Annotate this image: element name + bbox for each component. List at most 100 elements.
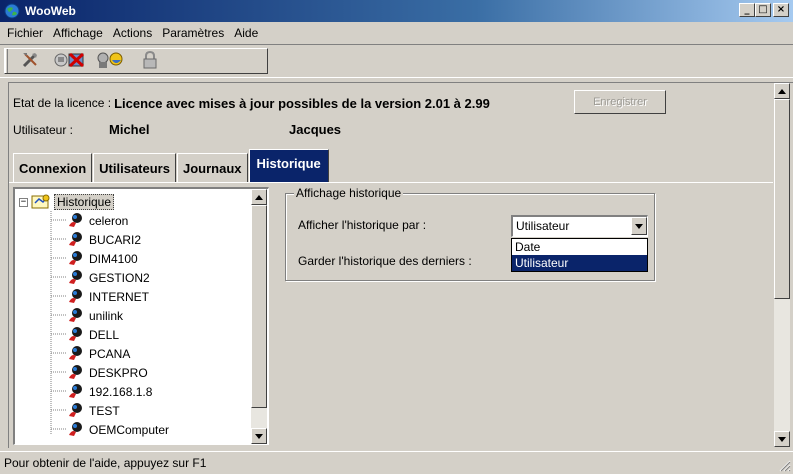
main-scroll-thumb[interactable]	[774, 99, 790, 299]
history-folder-icon	[31, 193, 51, 212]
computer-user-icon	[67, 364, 85, 383]
tree-item[interactable]: unilink	[67, 307, 123, 325]
show-by-label: Afficher l'historique par :	[298, 218, 427, 232]
option-utilisateur[interactable]: Utilisateur	[512, 255, 647, 271]
tree-item[interactable]: 192.168.1.8	[67, 383, 152, 401]
license-label: Etat de la licence :	[13, 96, 112, 110]
tree-scroll-thumb[interactable]	[251, 205, 267, 408]
tree-item[interactable]: DIM4100	[67, 250, 138, 268]
chevron-down-icon	[635, 223, 643, 229]
tools-button[interactable]	[12, 49, 48, 73]
main-scroll-down-button[interactable]	[774, 431, 790, 447]
menu-parametres[interactable]: Paramètres	[157, 26, 229, 40]
minimize-button[interactable]: _	[739, 3, 755, 17]
arrow-down-icon	[778, 436, 786, 442]
tree-item-label: DELL	[89, 328, 120, 342]
wooweb-globe-icon[interactable]	[4, 3, 20, 19]
tree-item[interactable]: OEMComputer	[67, 421, 169, 439]
toolbar-grip[interactable]	[5, 49, 8, 73]
tree-item[interactable]: INTERNET	[67, 288, 149, 306]
tree-scrollbar[interactable]	[251, 189, 267, 444]
menu-aide[interactable]: Aide	[229, 26, 263, 40]
computer-user-icon	[67, 383, 85, 402]
maximize-button[interactable]: □	[755, 3, 771, 17]
show-by-select[interactable]: Utilisateur	[511, 215, 648, 237]
main-scrollbar[interactable]	[774, 83, 790, 447]
computer-user-icon	[67, 212, 85, 231]
show-by-value: Utilisateur	[516, 219, 570, 233]
tree-item[interactable]: BUCARI2	[67, 231, 141, 249]
disconnect-button[interactable]	[52, 49, 88, 73]
tree-item[interactable]: DELL	[67, 326, 119, 344]
tree-item-label: PCANA	[89, 347, 131, 361]
history-display-group: Affichage historique Afficher l'historiq…	[285, 186, 655, 281]
computer-user-icon	[67, 345, 85, 364]
lock-icon	[142, 50, 158, 73]
status-bar: Pour obtenir de l'aide, appuyez sur F1	[0, 451, 793, 474]
history-tree[interactable]: − Historique celeron BUCARI2 DIM4100 GES…	[13, 187, 269, 445]
tree-item-label: OEMComputer	[89, 423, 170, 437]
tab-historique[interactable]: Historique	[248, 149, 329, 183]
status-text: Pour obtenir de l'aide, appuyez sur F1	[4, 456, 207, 470]
users-icon	[93, 50, 127, 73]
tree-item-label: DIM4100	[89, 252, 138, 266]
arrow-down-icon	[255, 433, 263, 439]
computer-user-icon	[67, 231, 85, 250]
tree-root-label: Historique	[54, 194, 115, 210]
tree-scroll-down-button[interactable]	[251, 428, 267, 444]
keep-history-label: Garder l'historique des derniers :	[298, 254, 472, 268]
option-date[interactable]: Date	[512, 239, 647, 255]
tab-strip: Connexion Utilisateurs Journaux Historiq…	[13, 149, 330, 183]
tree-item[interactable]: celeron	[67, 212, 128, 230]
tree-item[interactable]: GESTION2	[67, 269, 150, 287]
computer-user-icon	[67, 269, 85, 288]
computer-user-icon	[67, 402, 85, 421]
menu-actions[interactable]: Actions	[108, 26, 157, 40]
tree-item-label: TEST	[89, 404, 120, 418]
arrow-up-icon	[255, 194, 263, 200]
tree-item[interactable]: TEST	[67, 402, 120, 420]
show-by-dropdown-list[interactable]: Date Utilisateur	[511, 238, 648, 272]
tree-item-label: celeron	[89, 214, 129, 228]
toolbar	[0, 44, 793, 78]
tree-scroll-up-button[interactable]	[251, 189, 267, 205]
collapse-icon[interactable]: −	[19, 197, 28, 207]
close-button[interactable]: ×	[773, 3, 789, 17]
menu-bar: Fichier Affichage Actions Paramètres Aid…	[0, 23, 793, 43]
title-bar[interactable]: WooWeb _ □ ×	[0, 0, 793, 22]
computer-user-icon	[67, 307, 85, 326]
tools-icon	[20, 50, 40, 73]
main-scroll-up-button[interactable]	[774, 83, 790, 99]
tree-connector-lines	[50, 211, 67, 435]
computer-user-icon	[67, 288, 85, 307]
computer-user-icon	[67, 326, 85, 345]
tree-item-label: BUCARI2	[89, 233, 142, 247]
tree-item[interactable]: DESKPRO	[67, 364, 148, 382]
users-button[interactable]	[92, 49, 128, 73]
menu-fichier[interactable]: Fichier	[2, 26, 48, 40]
toolbar-band	[4, 48, 268, 74]
tab-journaux[interactable]: Journaux	[176, 153, 248, 183]
tab-utilisateurs[interactable]: Utilisateurs	[93, 153, 176, 183]
arrow-up-icon	[778, 88, 786, 94]
tab-connexion[interactable]: Connexion	[13, 153, 93, 183]
user-last-name: Jacques	[289, 122, 342, 137]
user-first-name: Michel	[109, 122, 150, 137]
resize-grip-icon[interactable]	[779, 460, 791, 472]
tree-item-label: 192.168.1.8	[89, 385, 153, 399]
menu-affichage[interactable]: Affichage	[48, 26, 108, 40]
client-area: Etat de la licence : Licence avec mises …	[8, 82, 793, 448]
show-by-dropdown-button[interactable]	[631, 217, 647, 235]
disconnect-icon	[53, 50, 87, 73]
tree-item-label: unilink	[89, 309, 124, 323]
window-title: WooWeb	[25, 4, 76, 18]
tree-item-label: DESKPRO	[89, 366, 148, 380]
license-row: Etat de la licence : Licence avec mises …	[13, 93, 490, 113]
computer-user-icon	[67, 421, 85, 440]
tree-item[interactable]: PCANA	[67, 345, 130, 363]
license-status: Licence avec mises à jour possibles de l…	[114, 95, 490, 111]
tree-item-label: INTERNET	[89, 290, 149, 304]
register-button[interactable]: Enregistrer	[574, 90, 666, 114]
tree-root-historique[interactable]: − Historique	[19, 193, 115, 212]
lock-button[interactable]	[132, 49, 168, 73]
